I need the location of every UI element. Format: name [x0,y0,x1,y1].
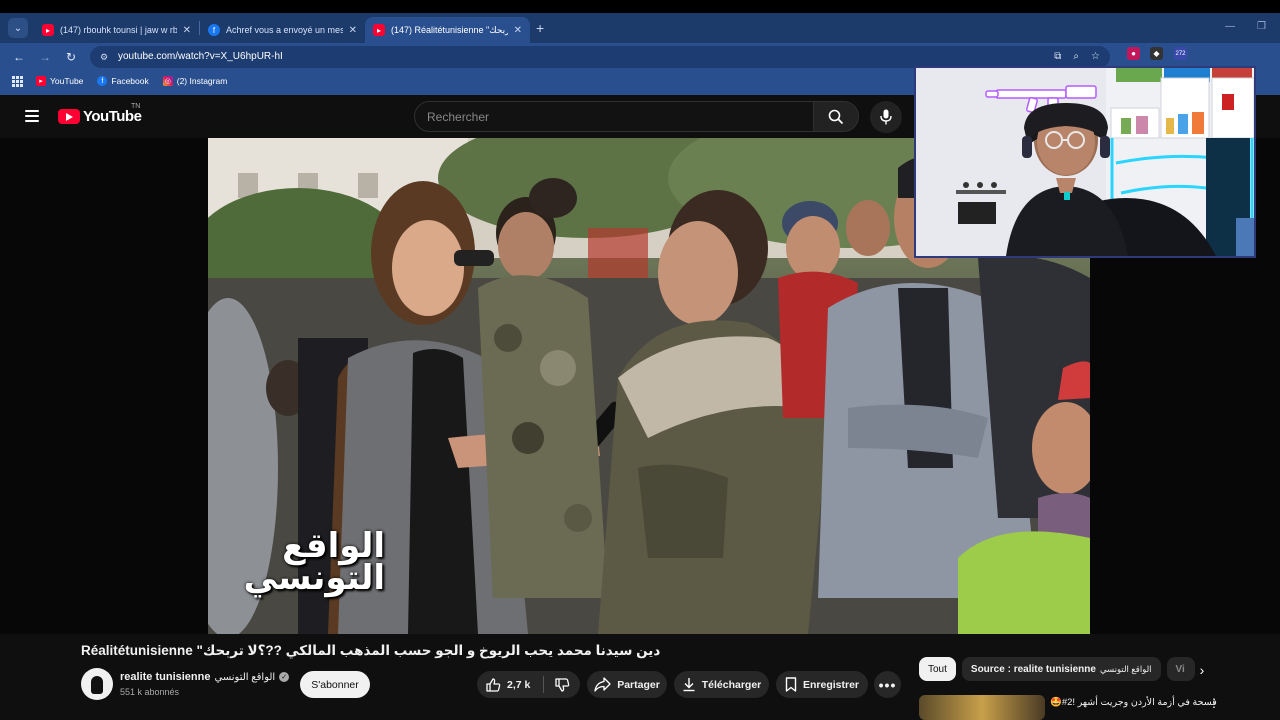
share-label: Partager [617,678,660,691]
tab-title: (147) rbouhk tounsi | jaw w rbouhk [60,25,177,35]
forward-icon[interactable]: → [32,50,58,64]
extension-icon[interactable]: ◆ [1150,47,1163,60]
youtube-favicon-icon: ▸ [373,24,385,36]
chip-source-label: Source : realite tunisienne [970,663,1096,675]
url-text: youtube.com/watch?v=X_U6hpUR-hI [118,51,283,62]
minimize-icon[interactable]: — [1225,21,1235,32]
channel-name-arabic: الواقع التونسي [214,671,276,683]
menu-icon[interactable] [25,110,39,122]
apps-grid-icon[interactable] [12,76,23,87]
dislike-button[interactable] [544,677,580,693]
tab-title: Achref vous a envoyé un message [226,25,343,35]
bookmark-icon [785,677,797,692]
recommendation-title[interactable]: 🤩#2! فسحة في أزمة الأردن وجريت أشهر [1050,697,1217,708]
chevron-right-icon[interactable]: › [1192,660,1212,680]
tab-title: (147) Réalitétunisienne "تربحك [391,24,508,35]
close-tab-icon[interactable]: ✕ [514,25,522,36]
youtube-wordmark: YouTube [83,108,142,125]
search-input[interactable]: Rechercher [414,101,814,132]
thumbs-down-icon [555,677,570,692]
chip-truncated[interactable]: Vi [1166,657,1195,681]
browser-tab-strip: ⌄ ▸ (147) rbouhk tounsi | jaw w rbouhk ✕… [0,13,1280,43]
download-icon [683,678,695,692]
reload-icon[interactable]: ↻ [58,50,84,64]
new-tab-icon[interactable]: + [536,20,544,36]
youtube-play-icon [58,109,80,124]
install-app-icon[interactable]: ⧉ [1054,51,1061,62]
channel-watermark: الواقع التونسي [243,527,385,597]
facebook-favicon-icon: f [97,76,108,86]
description-edge [81,708,901,720]
close-tab-icon[interactable]: ✕ [183,25,191,36]
more-horizontal-icon: ••• [878,676,897,693]
chip-source-arabic: الواقع التونسي [1099,663,1152,674]
subscribe-button[interactable]: S'abonner [300,671,370,698]
subscriber-count: 551 k abonnés [120,687,180,697]
bookmark-star-icon[interactable]: ☆ [1091,51,1100,62]
extension-icon[interactable]: ● [1127,47,1140,60]
zoom-icon[interactable]: ⌕ [1073,51,1079,62]
share-button[interactable]: Partager [587,671,667,698]
extension-badge-icon[interactable]: 272 [1174,47,1187,60]
verified-check-icon: ✓ [279,672,290,682]
download-label: Télécharger [701,678,762,691]
youtube-favicon-icon: ▸ [36,76,46,86]
recommendation-thumbnail[interactable] [919,695,1045,720]
download-button[interactable]: Télécharger [674,671,769,698]
thumbs-up-icon [486,677,501,692]
chip-all[interactable]: Tout [919,657,956,681]
youtube-favicon-icon: ▸ [42,24,54,36]
country-code: TN [131,103,141,110]
site-settings-icon[interactable]: ⚙ [100,52,110,62]
tab-search-chevron-icon[interactable]: ⌄ [8,18,28,38]
screen: ⌄ ▸ (147) rbouhk tounsi | jaw w rbouhk ✕… [0,0,1280,720]
more-actions-button[interactable]: ••• [874,671,901,698]
restore-icon[interactable]: ❐ [1257,21,1266,32]
like-dislike-group: 2,7 k [477,671,580,698]
like-count: 2,7 k [507,678,531,691]
save-label: Enregistrer [802,678,860,691]
youtube-logo[interactable]: YouTube [58,108,142,125]
search-placeholder: Rechercher [427,109,490,124]
close-tab-icon[interactable]: ✕ [349,25,357,36]
back-icon[interactable]: ← [6,50,32,64]
channel-avatar[interactable] [81,668,113,700]
instagram-favicon-icon: ◎ [162,76,173,86]
bookmark-facebook[interactable]: f Facebook [97,76,149,86]
recommendation-filter-chips: Tout Source : realite tunisienne الواقع … [919,657,1195,681]
microphone-icon [880,109,892,125]
chip-source[interactable]: Source : realite tunisienne الواقع التون… [961,657,1161,681]
voice-search-button[interactable] [870,101,902,133]
search-button[interactable] [813,101,859,132]
facebook-favicon-icon: f [208,24,220,36]
browser-tab-1[interactable]: ▸ (147) rbouhk tounsi | jaw w rbouhk ✕ [34,17,199,43]
omnibox-actions: ⧉ ⌕ ☆ [1054,51,1110,62]
save-button[interactable]: Enregistrer [776,671,868,698]
channel-name[interactable]: realite tunisienne الواقع التونسي ✓ [120,671,290,683]
more-vertical-icon[interactable]: ⋮ [1208,696,1220,710]
bookmark-youtube[interactable]: ▸ YouTube [36,76,83,86]
bookmark-instagram[interactable]: ◎ (2) Instagram [162,76,228,86]
channel-name-latin: realite tunisienne [120,671,211,683]
top-black-band [0,0,1280,13]
bookmark-label: Facebook [111,76,149,86]
address-bar[interactable]: ⚙ youtube.com/watch?v=X_U6hpUR-hI ⧉ ⌕ ☆ [90,45,1110,68]
share-icon [594,677,611,692]
streamer-facecam [914,66,1256,258]
facecam-scene [916,68,1254,256]
search-icon [828,109,844,124]
browser-tab-2[interactable]: f Achref vous a envoyé un message ✕ [200,17,365,43]
like-button[interactable]: 2,7 k [477,677,543,693]
video-title: Réalitétunisienne "دين سيدنا محمد يحب ال… [81,643,661,658]
bookmark-label: (2) Instagram [176,76,228,86]
bookmark-label: YouTube [50,76,84,86]
window-controls: — ❐ [1225,21,1266,32]
browser-tab-active[interactable]: ▸ (147) Réalitétunisienne "تربحك ✕ [365,17,530,43]
